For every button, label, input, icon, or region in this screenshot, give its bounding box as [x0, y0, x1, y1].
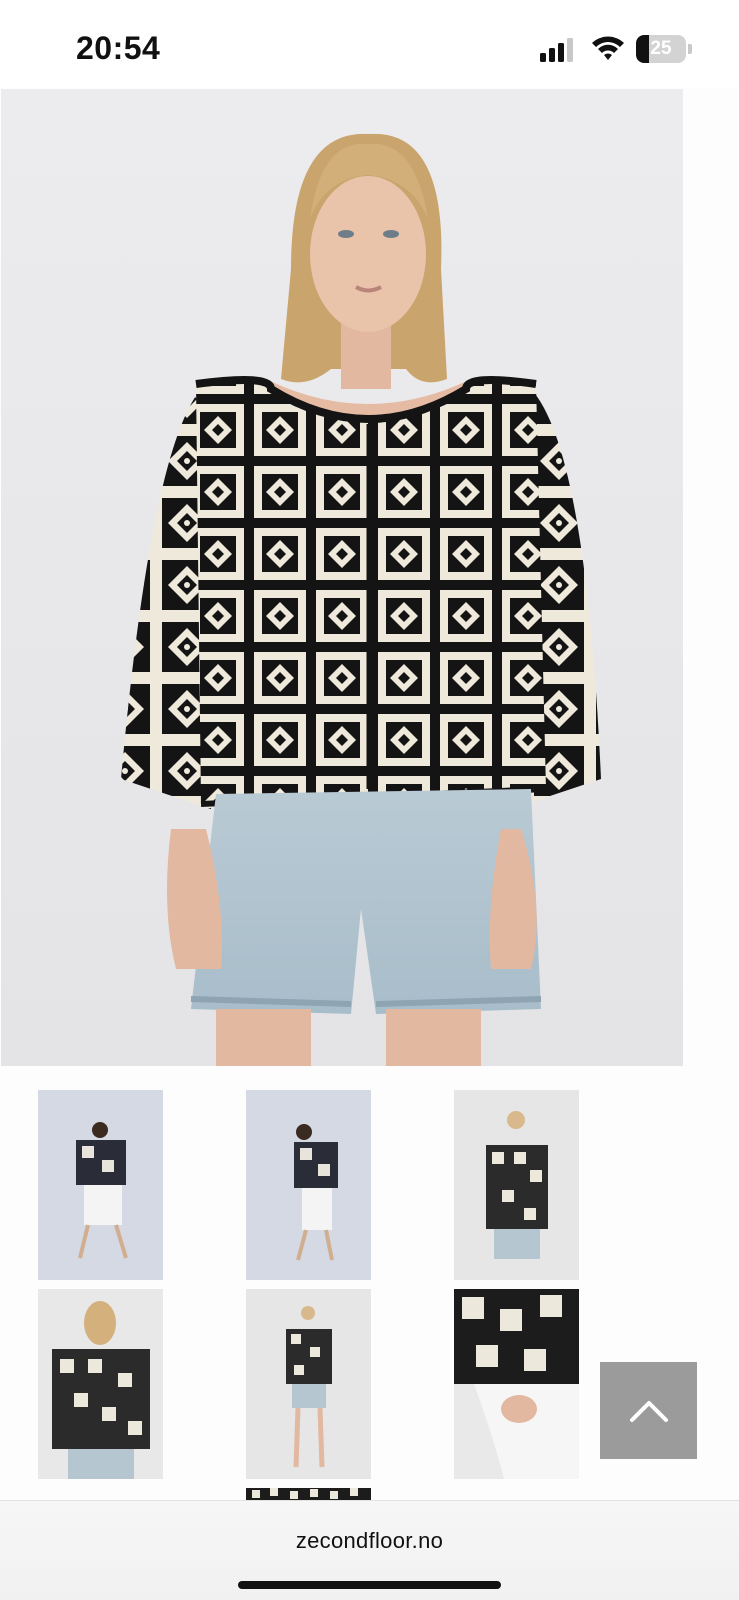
battery-level: 25: [650, 38, 672, 59]
wifi-icon: [590, 34, 626, 62]
thumbnail-1[interactable]: [38, 1090, 163, 1280]
model-photo-icon: [38, 1090, 163, 1280]
thumbnail-2[interactable]: [246, 1090, 371, 1280]
home-indicator[interactable]: [238, 1581, 501, 1589]
model-photo-icon: [38, 1289, 163, 1479]
product-photo-icon: [1, 89, 683, 1066]
detail-photo-icon: [454, 1289, 579, 1479]
chevron-up-icon: [629, 1400, 668, 1422]
thumbnail-7[interactable]: [246, 1488, 371, 1500]
signal-icon: [540, 36, 578, 62]
thumbnail-6[interactable]: [454, 1289, 579, 1479]
browser-address-bar[interactable]: zecondfloor.no: [0, 1500, 739, 1600]
model-photo-icon: [246, 1289, 371, 1479]
thumbnail-3[interactable]: [454, 1090, 579, 1280]
model-photo-icon: [454, 1090, 579, 1280]
detail-photo-icon: [246, 1488, 371, 1500]
status-bar: 20:54 25: [0, 0, 739, 88]
status-time: 20:54: [76, 30, 161, 66]
product-main-image[interactable]: [1, 89, 683, 1066]
back-to-top-button[interactable]: [600, 1362, 697, 1459]
model-photo-icon: [246, 1090, 371, 1280]
thumbnail-5[interactable]: [246, 1289, 371, 1479]
thumbnail-4[interactable]: [38, 1289, 163, 1479]
battery-icon: 25: [636, 35, 692, 63]
url-label[interactable]: zecondfloor.no: [0, 1528, 739, 1554]
